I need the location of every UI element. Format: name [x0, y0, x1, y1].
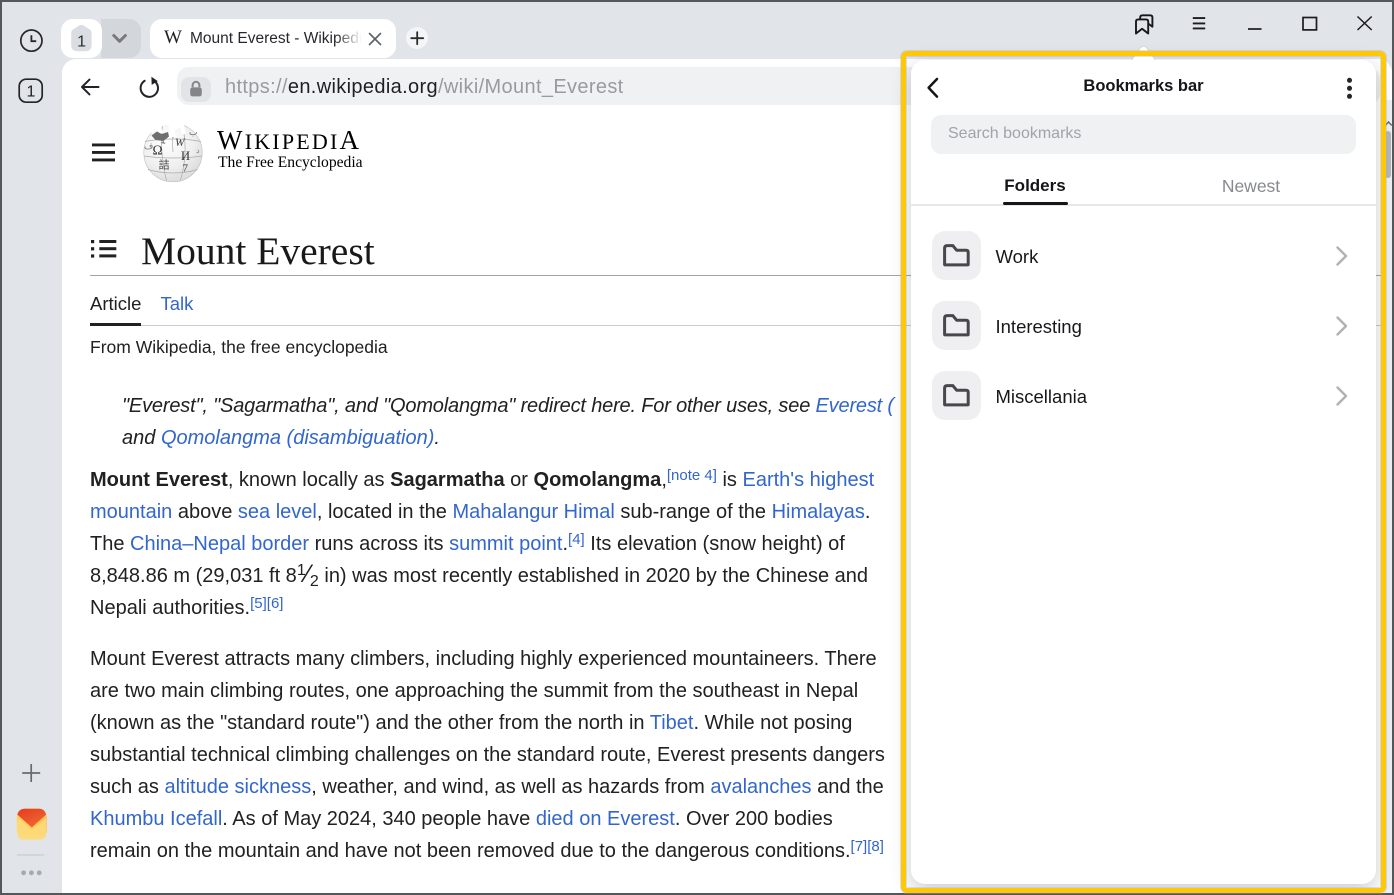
svg-text:Ω: Ω [153, 142, 163, 157]
svg-text:W: W [175, 137, 186, 149]
svg-text:د: د [196, 146, 200, 155]
svg-text:ب: ب [189, 127, 197, 137]
svg-text:1: 1 [26, 83, 35, 100]
svg-text:И: И [181, 149, 190, 163]
svg-text:詰: 詰 [159, 157, 170, 171]
svg-text:ف: ف [144, 141, 153, 151]
svg-text:1: 1 [77, 33, 86, 50]
svg-text:7: 7 [183, 162, 189, 174]
